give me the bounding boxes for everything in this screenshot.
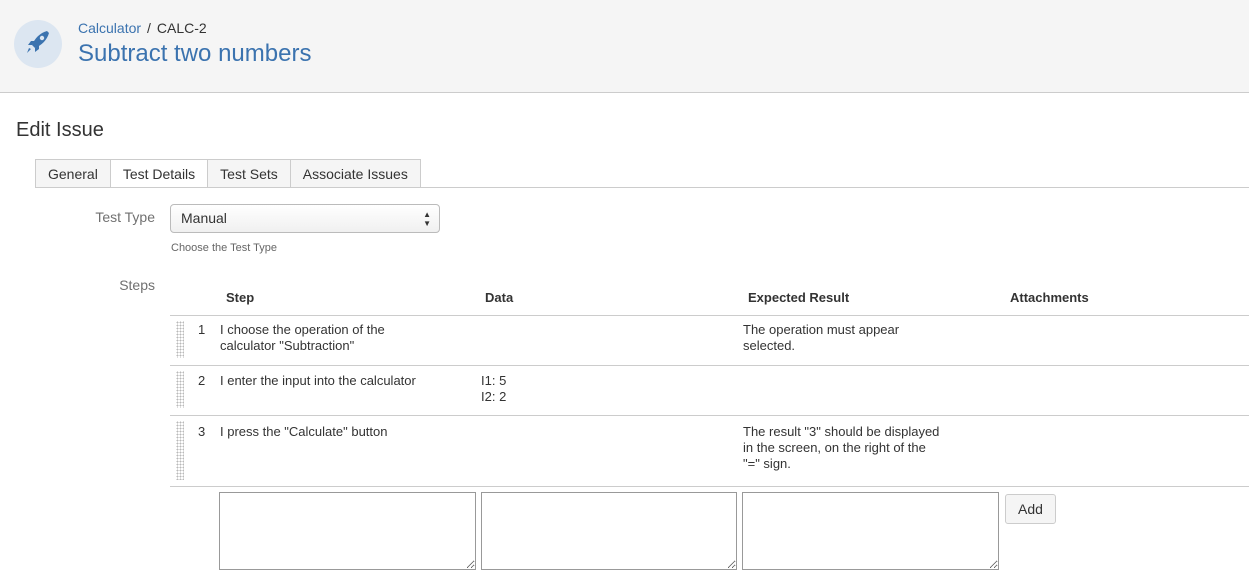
- drag-handle-icon[interactable]: [176, 421, 184, 480]
- breadcrumb-separator: /: [147, 20, 151, 36]
- row-divider: [170, 415, 1249, 416]
- test-type-label: Test Type: [95, 209, 155, 225]
- page-header: Calculator / CALC-2 Subtract two numbers: [0, 0, 1249, 93]
- column-header-step: Step: [226, 290, 255, 305]
- new-step-data-input[interactable]: [481, 492, 737, 570]
- table-header-divider: [170, 315, 1249, 316]
- select-arrows-icon: ▲ ▼: [423, 210, 431, 228]
- new-step-expected-result-input[interactable]: [742, 492, 999, 570]
- steps-label: Steps: [119, 277, 155, 293]
- page-title[interactable]: Subtract two numbers: [78, 40, 311, 68]
- tab-divider: [35, 187, 1249, 188]
- step-data[interactable]: I1: 5 I2: 2: [481, 373, 506, 405]
- step-expected-result[interactable]: The result "3" should be displayed in th…: [743, 424, 939, 472]
- tab-test-sets[interactable]: Test Sets: [207, 159, 290, 188]
- step-number: 2: [198, 373, 206, 388]
- step-number: 3: [198, 424, 206, 439]
- column-header-attachments: Attachments: [1010, 290, 1089, 305]
- tab-general[interactable]: General: [35, 159, 110, 188]
- step-action[interactable]: I press the "Calculate" button: [220, 424, 388, 440]
- step-action[interactable]: I enter the input into the calculator: [220, 373, 416, 389]
- step-expected-result[interactable]: The operation must appear selected.: [743, 322, 899, 354]
- tab-test-details[interactable]: Test Details: [109, 159, 208, 188]
- new-step-action-input[interactable]: [219, 492, 476, 570]
- drag-handle-icon[interactable]: [176, 371, 184, 408]
- step-number: 1: [198, 322, 206, 337]
- test-type-help: Choose the Test Type: [171, 242, 277, 254]
- tab-associate-issues[interactable]: Associate Issues: [289, 159, 421, 188]
- tab-bar: General Test Details Test Sets Associate…: [35, 159, 421, 188]
- section-title: Edit Issue: [16, 119, 104, 141]
- column-header-data: Data: [485, 290, 514, 305]
- breadcrumb: Calculator / CALC-2: [78, 20, 207, 36]
- rocket-icon: [23, 27, 53, 62]
- test-type-select[interactable]: Manual ▲ ▼: [170, 204, 440, 233]
- breadcrumb-project-link[interactable]: Calculator: [78, 20, 141, 36]
- row-divider: [170, 365, 1249, 366]
- column-header-expected-result: Expected Result: [748, 290, 850, 305]
- project-avatar[interactable]: [14, 20, 62, 68]
- breadcrumb-issue-key[interactable]: CALC-2: [157, 20, 207, 36]
- drag-handle-icon[interactable]: [176, 321, 184, 358]
- row-divider: [170, 486, 1249, 487]
- add-step-button[interactable]: Add: [1005, 494, 1056, 524]
- test-type-value: Manual: [181, 210, 227, 226]
- step-action[interactable]: I choose the operation of the calculator…: [220, 322, 385, 354]
